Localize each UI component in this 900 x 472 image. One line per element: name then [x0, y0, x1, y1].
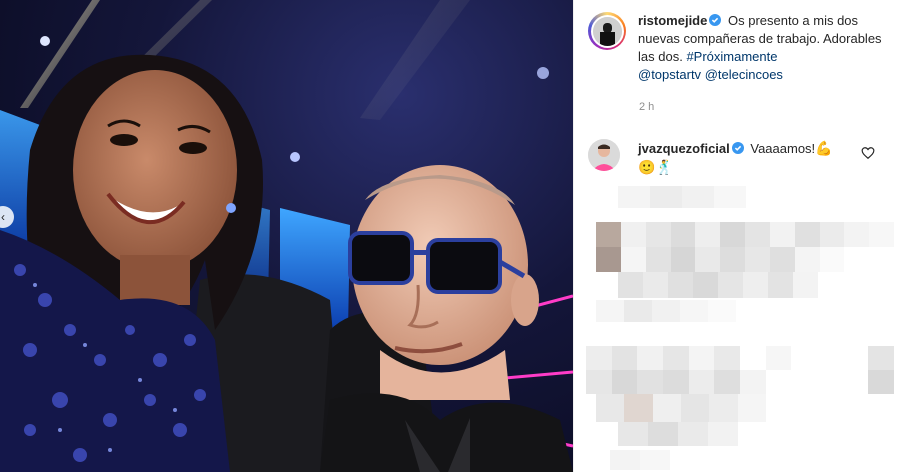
comment-text: Vaaaamos!: [750, 141, 816, 156]
blurred-comment-block: [610, 450, 670, 470]
caption-hashtag[interactable]: #Próximamente: [686, 49, 777, 64]
author-username[interactable]: ristomejide: [638, 13, 707, 28]
profile-photo-icon: [592, 16, 622, 46]
comment-row: jvazquezoficial Vaaaamos!💪 🙂🕺: [588, 139, 893, 177]
smiley-emoji: 🙂: [638, 159, 656, 175]
post-photo: ‹: [0, 0, 573, 472]
caption-mention[interactable]: @telecincoes: [705, 67, 783, 82]
chevron-left-icon: ‹: [1, 210, 5, 224]
flexed-biceps-emoji: 💪: [815, 140, 833, 156]
commenter-avatar[interactable]: [588, 139, 620, 171]
comment-text-block: jvazquezoficial Vaaaamos!💪 🙂🕺: [638, 139, 858, 177]
verified-badge-icon: [709, 14, 722, 26]
heart-icon[interactable]: [861, 146, 875, 160]
author-avatar[interactable]: [588, 12, 626, 50]
commenter-username[interactable]: jvazquezoficial: [638, 141, 730, 156]
dancer-emoji: 🕺: [655, 159, 673, 175]
blurred-comment-block: [618, 272, 818, 298]
blurred-comment-block: [596, 222, 894, 272]
verified-badge-icon: [731, 142, 744, 154]
blurred-comment-block: [596, 394, 766, 422]
caption-row: ristomejide Os presento a mis dos nuevas…: [588, 12, 893, 84]
blurred-comment-block: [618, 422, 738, 446]
caption-mention[interactable]: @topstartv: [638, 67, 701, 82]
blurred-comment-block: [596, 300, 736, 322]
blurred-comment-block: [618, 186, 746, 208]
caption-text-block: ristomejide Os presento a mis dos nuevas…: [638, 12, 890, 84]
blurred-comment-block: [586, 346, 894, 394]
post-timestamp[interactable]: 2 h: [639, 101, 654, 113]
post-sidebar: ristomejide Os presento a mis dos nuevas…: [573, 0, 900, 472]
selfie-image: [0, 0, 573, 472]
